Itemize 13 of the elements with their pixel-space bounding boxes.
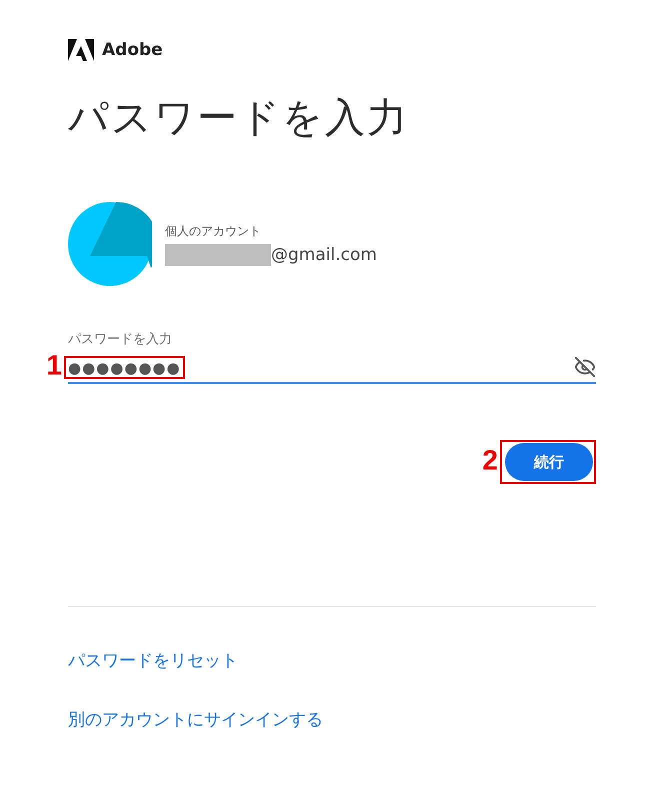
text-link[interactable]: 別のアカウントにサインインする [68,708,323,731]
password-value: ●●●●●●●● [68,358,181,376]
page-title: パスワードを入力 [68,94,410,143]
account-type: 個人のアカウント [165,222,262,240]
brand-name: Adobe [102,40,163,60]
annotation-number: 1 [46,349,62,382]
continue-button[interactable]: 続行 [505,443,593,481]
logo-icon [68,39,94,61]
annotation-number: 2 [482,444,498,476]
email-address: @gmail.com [271,244,377,264]
text-link[interactable]: パスワードをリセット [68,649,238,672]
field-label: パスワードを入力 [68,331,173,348]
eye-off-icon[interactable] [574,356,596,378]
